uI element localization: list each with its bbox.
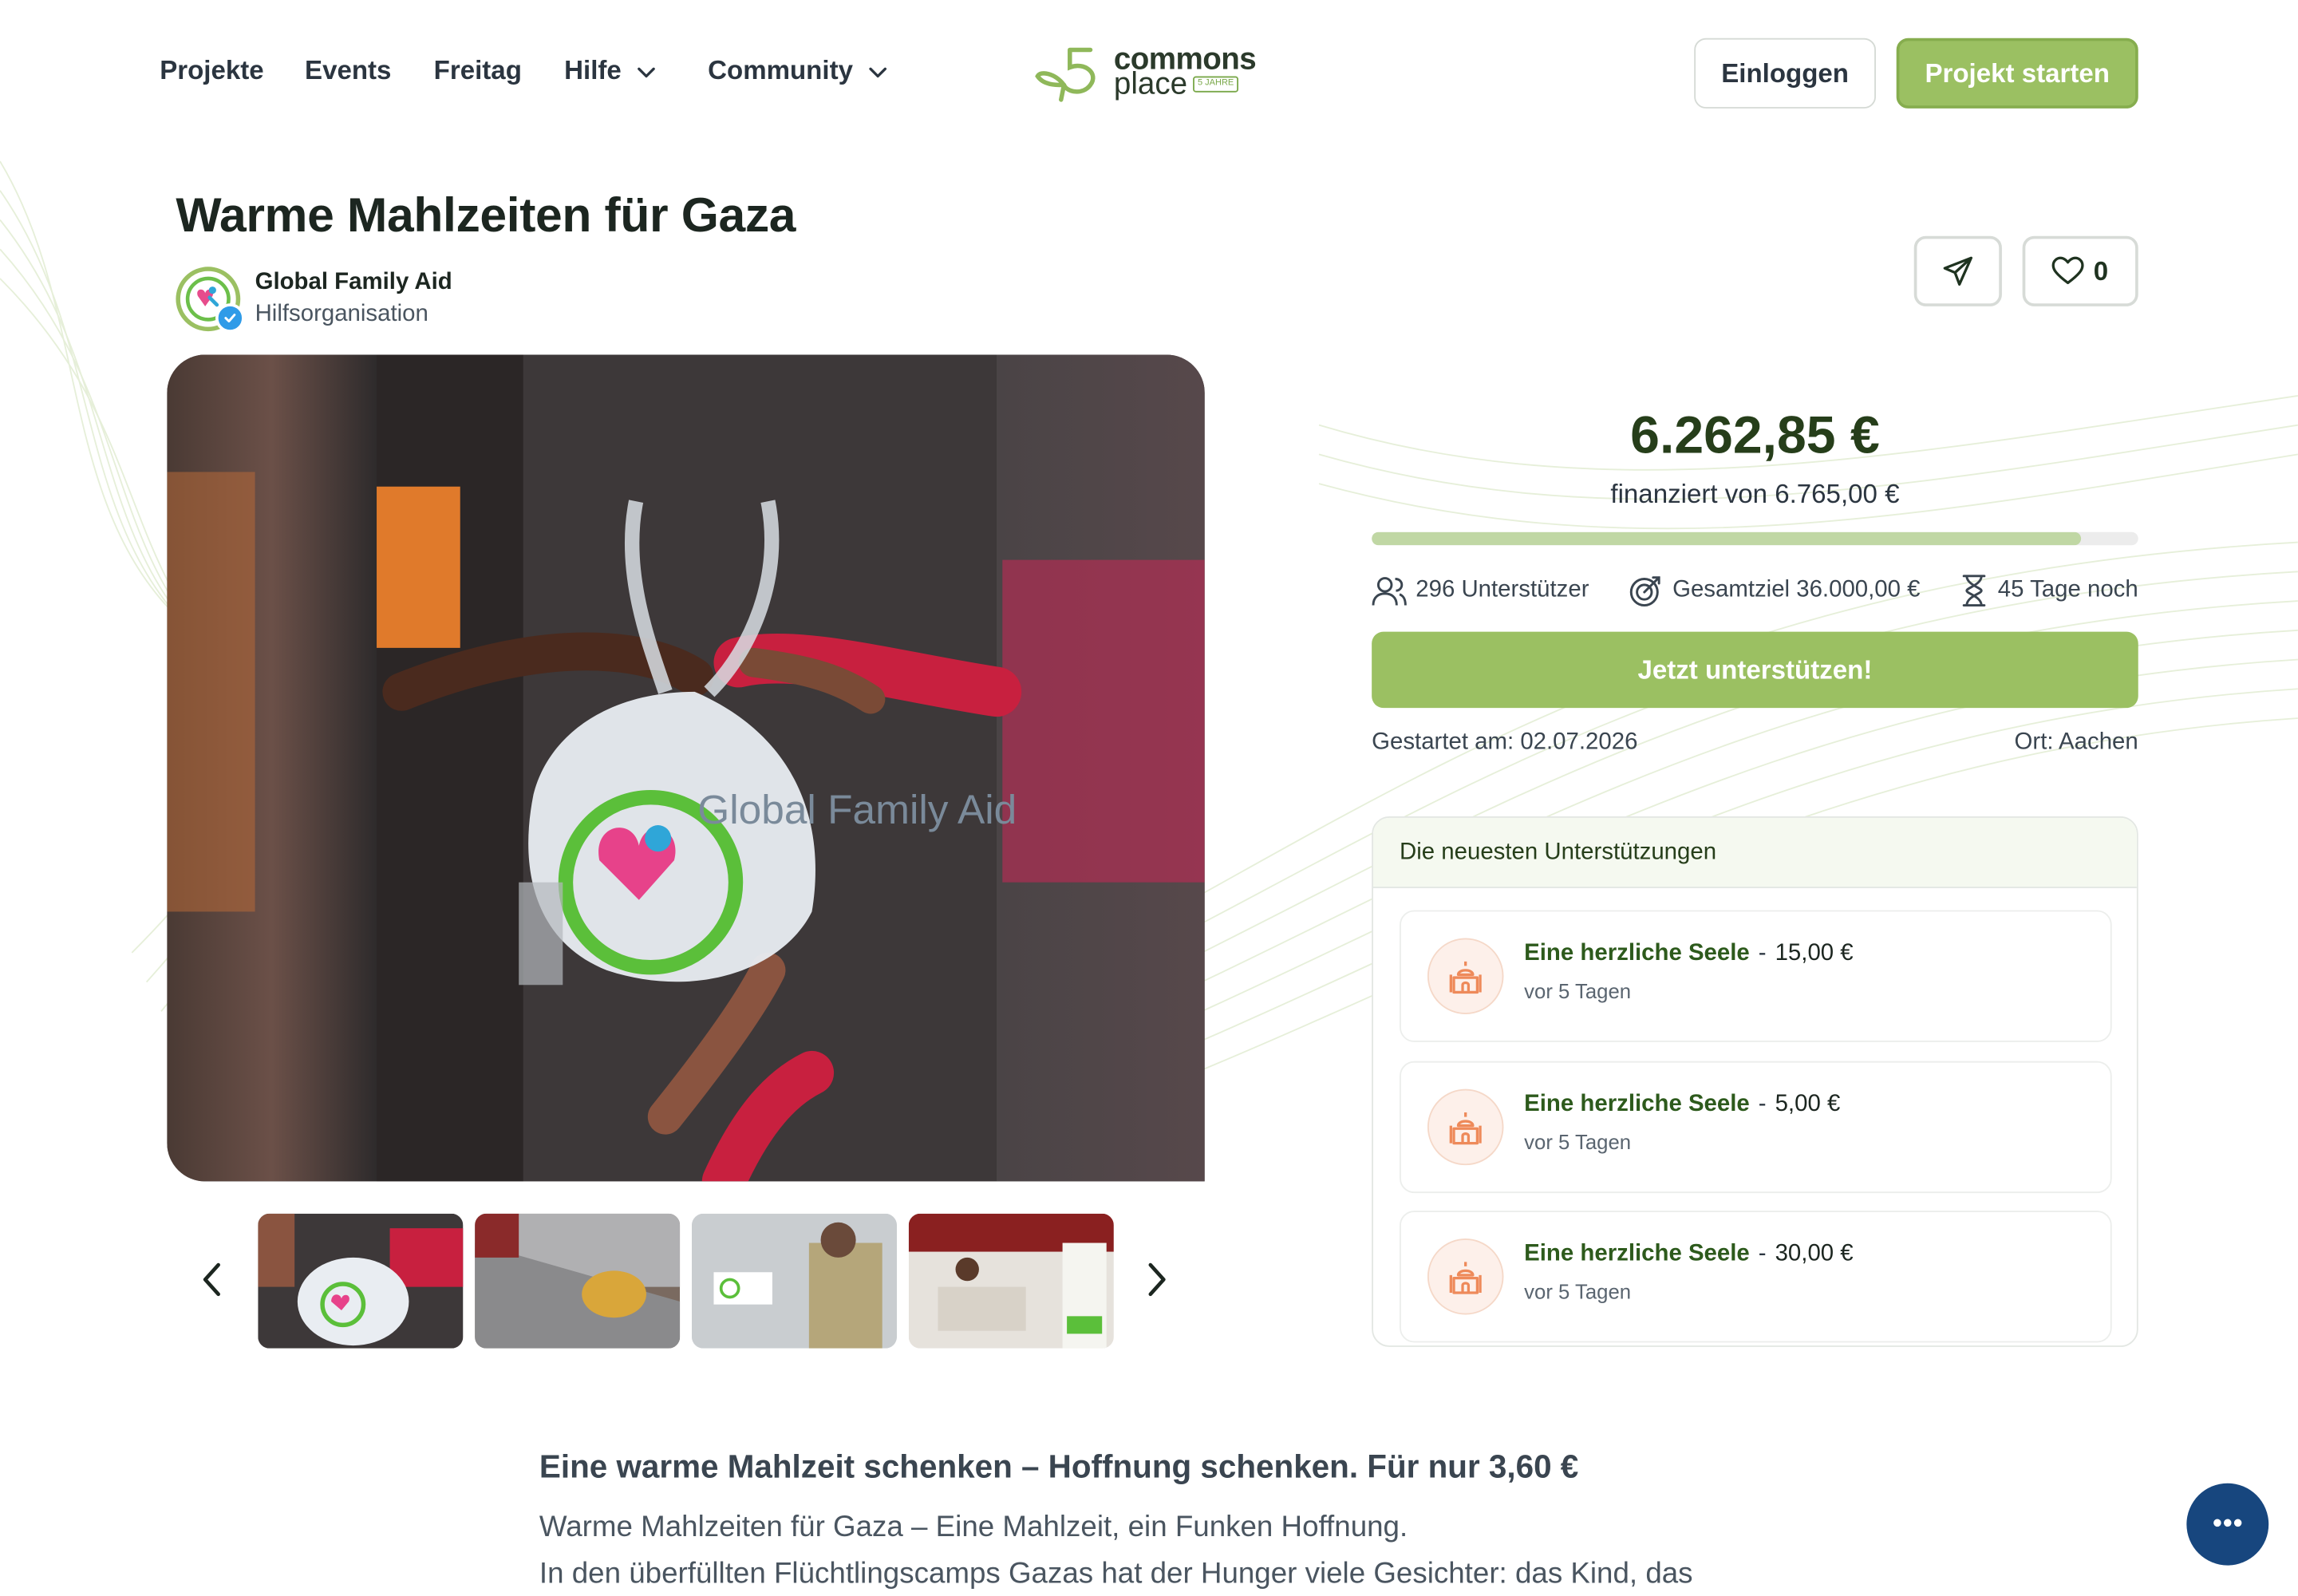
nav-projekte[interactable]: Projekte (160, 56, 263, 87)
chat-bubble-icon (2213, 1519, 2242, 1527)
total-goal: Gesamtziel 36.000,00 € (1629, 573, 1921, 608)
description-line-2: In den überfüllten Flüchtlingscamps Gaza… (539, 1558, 1693, 1590)
mosque-icon (1449, 1262, 1482, 1294)
supporter-name: Eine herzliche Seele (1524, 1092, 1750, 1117)
org-avatar (176, 267, 245, 333)
total-goal-label: Gesamtziel 36.000,00 € (1672, 577, 1921, 602)
target-icon (1630, 576, 1661, 607)
thumbnail-photo (475, 1213, 681, 1349)
thumbnails-prev-button[interactable] (191, 1258, 235, 1302)
project-main-image[interactable]: Global Family Aid (167, 354, 1205, 1182)
support-time: vor 5 Tagen (1524, 1130, 1632, 1154)
nav-community-label: Community (708, 55, 853, 85)
support-amount: 15,00 € (1775, 941, 1854, 966)
supporter-name: Eine herzliche Seele (1524, 1241, 1750, 1266)
nav-projekte-label: Projekte (160, 55, 264, 85)
login-button[interactable]: Einloggen (1694, 38, 1876, 109)
logo-text-bottom: place (1113, 67, 1188, 101)
support-amount: 5,00 € (1775, 1092, 1841, 1117)
thumbnail-photo (908, 1213, 1114, 1349)
mosque-icon (1449, 1112, 1482, 1145)
thumbnail-1[interactable] (258, 1213, 464, 1349)
top-navigation: Projekte Events Freitag Hilfe Community … (0, 0, 2298, 147)
thumbnail-3[interactable] (691, 1213, 898, 1349)
separator: - (1758, 1241, 1767, 1266)
raised-amount: 6.262,85 € (1630, 404, 1880, 465)
paper-plane-icon (1943, 256, 1973, 286)
thumbnail-photo (691, 1213, 898, 1349)
separator: - (1758, 1092, 1767, 1117)
org-name[interactable]: Global Family Aid (255, 270, 452, 296)
latest-supports-heading: Die neuesten Unterstützungen (1372, 817, 2137, 889)
project-title: Warme Mahlzeiten für Gaza (176, 188, 796, 243)
like-count: 0 (2093, 255, 2109, 286)
nav-hilfe-label: Hilfe (564, 55, 622, 85)
main-photo: Global Family Aid (167, 354, 1205, 1182)
start-date: Gestartet am: 02.07.2026 (1372, 729, 1638, 755)
support-amount: 30,00 € (1775, 1241, 1854, 1266)
like-button[interactable]: 0 (2022, 235, 2138, 306)
chat-button[interactable] (2186, 1483, 2269, 1566)
organization-info[interactable]: Global Family Aid Hilfsorganisation (176, 267, 452, 333)
funding-stats: 296 Unterstützer Gesamtziel 36.000,00 € … (1372, 573, 2138, 608)
support-time: vor 5 Tagen (1524, 1279, 1632, 1303)
support-now-button[interactable]: Jetzt unterstützen! (1372, 631, 2138, 709)
nav-freitag[interactable]: Freitag (434, 56, 522, 87)
nav-events-label: Events (305, 55, 392, 85)
days-left-label: 45 Tage noch (1997, 577, 2138, 602)
logo-badge: 5 JAHRE (1193, 76, 1238, 93)
nav-freitag-label: Freitag (433, 55, 522, 85)
supporter-name: Eine herzliche Seele (1524, 941, 1750, 966)
nav-hilfe[interactable]: Hilfe (564, 56, 657, 87)
start-project-button[interactable]: Projekt starten (1896, 38, 2138, 109)
supporter-avatar (1427, 1238, 1504, 1315)
chevron-down-icon (869, 66, 887, 77)
commonsplace-logo[interactable]: commons place 5 JAHRE (1035, 41, 1257, 102)
share-button[interactable] (1913, 235, 2002, 306)
list-item: Eine herzliche Seele - 30,00 € vor 5 Tag… (1400, 1211, 2112, 1343)
funding-progress-bar (1372, 531, 2138, 546)
verified-badge-icon (215, 303, 245, 333)
chevron-right-icon (1148, 1262, 1166, 1297)
funding-target: finanziert von 6.765,00 € (1610, 479, 1900, 509)
nav-community[interactable]: Community (708, 56, 888, 87)
thumbnail-4[interactable] (908, 1213, 1114, 1349)
bag-print-text: Global Family Aid (697, 786, 1017, 832)
description-heading: Eine warme Mahlzeit schenken – Hoffnung … (539, 1448, 1579, 1485)
days-left: 45 Tage noch (1960, 573, 2138, 608)
image-thumbnails (191, 1213, 1187, 1349)
thumbnails-next-button[interactable] (1135, 1258, 1179, 1302)
mosque-icon (1449, 961, 1482, 994)
chevron-down-icon (638, 66, 655, 77)
support-time: vor 5 Tagen (1524, 978, 1632, 1003)
heart-icon (2052, 256, 2085, 285)
nav-events[interactable]: Events (305, 56, 391, 87)
location: Ort: Aachen (2014, 729, 2138, 755)
funding-progress-fill (1372, 531, 2082, 546)
chevron-left-icon (203, 1262, 220, 1297)
people-icon (1372, 577, 1407, 606)
latest-supports-panel[interactable]: Die neuesten Unterstützungen Eine herzli… (1372, 816, 2138, 1347)
supporter-count: 296 Unterstützer (1372, 573, 1589, 608)
list-item: Eine herzliche Seele - 5,00 € vor 5 Tage… (1400, 1061, 2112, 1194)
supporter-count-label: 296 Unterstützer (1416, 577, 1589, 602)
thumbnail-2[interactable] (475, 1213, 681, 1349)
separator: - (1758, 941, 1767, 966)
supporter-avatar (1427, 938, 1504, 1014)
thumbnail-photo (258, 1213, 464, 1349)
list-item: Eine herzliche Seele - 15,00 € vor 5 Tag… (1400, 910, 2112, 1042)
hourglass-icon (1963, 575, 1986, 607)
page: Projekte Events Freitag Hilfe Community … (0, 0, 2298, 1596)
sprout-logo-icon (1035, 47, 1096, 102)
description-line-1: Warme Mahlzeiten für Gaza – Eine Mahlzei… (539, 1511, 1408, 1544)
supporter-avatar (1427, 1088, 1504, 1166)
org-type: Hilfsorganisation (255, 302, 428, 327)
